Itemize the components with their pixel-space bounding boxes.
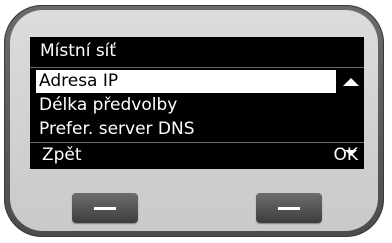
dash-icon (278, 207, 300, 210)
device-panel: Místní síť Adresa IP Délka předvolby Pre… (10, 10, 378, 231)
screen-title: Místní síť (40, 41, 117, 61)
menu-item-adresa-ip[interactable]: Adresa IP (36, 70, 336, 93)
menu-item-delka-predvolby[interactable]: Délka předvolby (36, 94, 336, 117)
dash-icon (94, 207, 116, 210)
menu-item-prefer-server-dns[interactable]: Prefer. server DNS (36, 118, 336, 141)
right-display-key[interactable] (256, 193, 322, 223)
back-softkey-label[interactable]: Zpět (42, 143, 82, 167)
arrow-up-icon (343, 78, 359, 86)
left-display-key[interactable] (72, 193, 138, 223)
title-divider (30, 67, 364, 68)
display-screen: Místní síť Adresa IP Délka předvolby Pre… (30, 37, 364, 169)
ok-softkey-label[interactable]: OK (333, 143, 358, 167)
phone-device: Místní síť Adresa IP Délka předvolby Pre… (4, 5, 384, 237)
